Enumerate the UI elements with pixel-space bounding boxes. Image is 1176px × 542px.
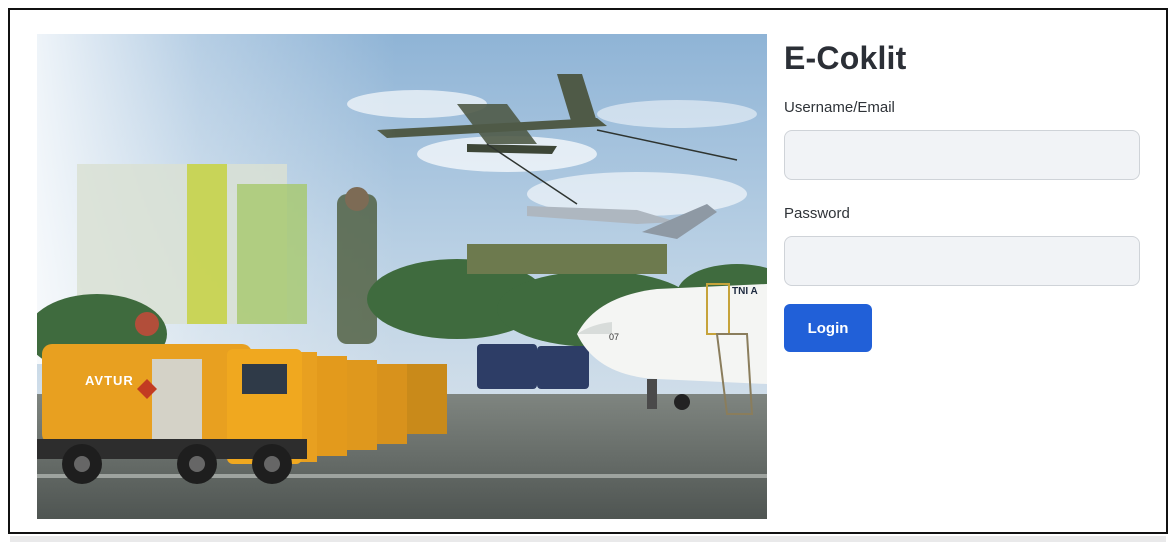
username-label: Username/Email	[784, 99, 895, 116]
truck-text: AVTUR	[85, 373, 134, 388]
hero-image: TNI A 07 AVTUR	[37, 34, 767, 519]
aircraft-number: 07	[609, 332, 619, 342]
password-label: Password	[784, 205, 850, 222]
password-input[interactable]	[784, 236, 1140, 286]
username-input[interactable]	[784, 130, 1140, 180]
page-title: E-Coklit	[784, 40, 907, 76]
aircraft-text: TNI A	[732, 286, 758, 297]
hero-collage-illustration: TNI A 07 AVTUR	[37, 34, 767, 519]
login-panel: E-Coklit Username/Email Password Login	[784, 34, 1140, 352]
bottom-bar	[10, 536, 1166, 542]
login-button[interactable]: Login	[784, 304, 872, 352]
